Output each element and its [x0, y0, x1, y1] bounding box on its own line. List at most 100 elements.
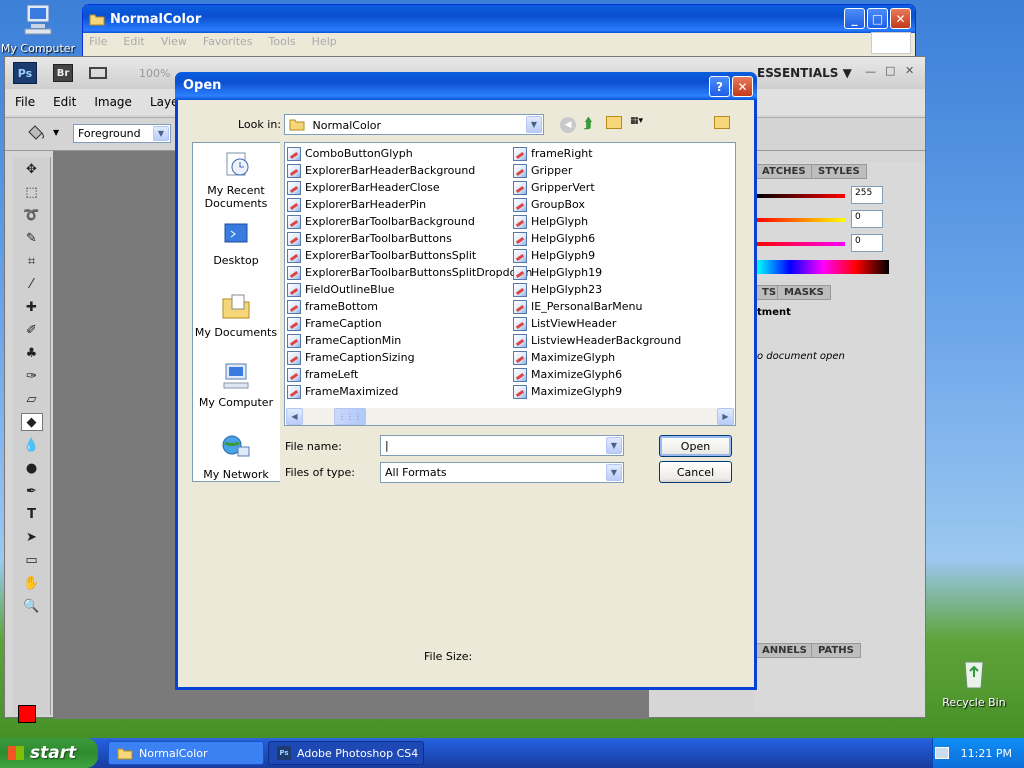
menu-help[interactable]: Help	[312, 35, 337, 48]
paint-bucket-tool-icon[interactable]: ◆	[20, 413, 43, 431]
close-button[interactable]: ✕	[890, 8, 911, 29]
menu-edit[interactable]: Edit	[123, 35, 144, 48]
lasso-tool-icon[interactable]: ➰	[21, 206, 43, 224]
menu-favorites[interactable]: Favorites	[203, 35, 253, 48]
green-value[interactable]: 0	[851, 210, 883, 228]
ps-logo[interactable]: Ps	[13, 62, 37, 84]
chevron-down-icon[interactable]: ▼	[606, 437, 622, 454]
dialog-close-button[interactable]: ✕	[732, 76, 753, 97]
menu-tools[interactable]: Tools	[269, 35, 296, 48]
zoom-level[interactable]: 100%	[139, 67, 170, 80]
file-type-select[interactable]: All Formats ▼	[380, 462, 624, 483]
file-item[interactable]: MaximizeGlyph	[513, 349, 681, 366]
fill-source-select[interactable]: Foreground ▼	[73, 124, 171, 143]
ps-minimize-button[interactable]: —	[865, 65, 876, 78]
file-item[interactable]: Gripper	[513, 162, 681, 179]
chevron-down-icon[interactable]: ▼	[526, 116, 542, 133]
workspace-switcher[interactable]: ESSENTIALS ▼	[757, 66, 852, 80]
paint-bucket-icon[interactable]	[25, 124, 47, 144]
back-icon[interactable]: ◀	[560, 117, 576, 133]
up-folder-icon[interactable]: ⮭	[584, 116, 592, 132]
path-select-tool-icon[interactable]: ➤	[21, 528, 43, 546]
file-item[interactable]: ExplorerBarHeaderBackground	[287, 162, 532, 179]
place-my-documents[interactable]: My Documents	[193, 291, 279, 339]
foreground-color-swatch[interactable]	[18, 705, 36, 723]
file-item[interactable]: ExplorerBarToolbarButtons	[287, 230, 532, 247]
scroll-right-button[interactable]: ▶	[717, 408, 734, 425]
file-item[interactable]: ExplorerBarHeaderPin	[287, 196, 532, 213]
file-item[interactable]: ListViewHeader	[513, 315, 681, 332]
task-normalcolor[interactable]: NormalColor	[108, 741, 264, 765]
eyedropper-tool-icon[interactable]: ⁄	[21, 275, 43, 293]
blue-slider[interactable]	[757, 242, 845, 246]
tab-swatches[interactable]: ATCHES	[755, 164, 813, 179]
file-item[interactable]: ComboButtonGlyph	[287, 145, 532, 162]
hand-tool-icon[interactable]: ✋	[21, 574, 43, 592]
help-button[interactable]: ?	[709, 76, 730, 97]
file-item[interactable]: ExplorerBarHeaderClose	[287, 179, 532, 196]
desktop-icon-my-computer[interactable]: My Computer	[0, 2, 76, 55]
bridge-button[interactable]: Br	[53, 64, 73, 82]
file-item[interactable]: HelpGlyph	[513, 213, 681, 230]
file-item[interactable]: ExplorerBarToolbarBackground	[287, 213, 532, 230]
scroll-left-button[interactable]: ◀	[286, 408, 303, 425]
horizontal-scrollbar[interactable]: ◀ ⋮⋮⋮ ▶	[286, 408, 734, 425]
move-tool-icon[interactable]: ✥	[21, 160, 43, 178]
red-value[interactable]: 255	[851, 186, 883, 204]
menu-file[interactable]: File	[89, 35, 107, 48]
shape-tool-icon[interactable]: ▭	[21, 551, 43, 569]
ps-close-button[interactable]: ✕	[905, 64, 914, 77]
task-photoshop[interactable]: Ps Adobe Photoshop CS4	[268, 741, 424, 765]
file-item[interactable]: FrameMaximized	[287, 383, 532, 400]
file-item[interactable]: MaximizeGlyph9	[513, 383, 681, 400]
file-item[interactable]: FieldOutlineBlue	[287, 281, 532, 298]
look-in-select[interactable]: NormalColor ▼	[284, 114, 544, 135]
place-my-computer[interactable]: My Computer	[193, 361, 279, 409]
file-item[interactable]: ListviewHeaderBackground	[513, 332, 681, 349]
file-item[interactable]: frameRight	[513, 145, 681, 162]
ps-menu-edit[interactable]: Edit	[43, 95, 84, 109]
file-item[interactable]: frameBottom	[287, 298, 532, 315]
marquee-tool-icon[interactable]: ⬚	[21, 183, 43, 201]
file-name-input[interactable]: | ▼	[380, 435, 624, 456]
file-item[interactable]: FrameCaptionMin	[287, 332, 532, 349]
clone-stamp-tool-icon[interactable]: ♣	[21, 344, 43, 362]
view-extras-icon[interactable]	[89, 67, 107, 79]
network-tray-icon[interactable]	[934, 747, 949, 759]
file-item[interactable]: HelpGlyph9	[513, 247, 681, 264]
tab-styles[interactable]: STYLES	[811, 164, 867, 179]
history-brush-tool-icon[interactable]: ✑	[21, 367, 43, 385]
red-slider[interactable]	[757, 194, 845, 198]
place-my-recent-documents[interactable]: My Recent Documents	[193, 149, 279, 210]
explorer-title-bar[interactable]: NormalColor	[83, 5, 915, 33]
quick-select-tool-icon[interactable]: ✎	[21, 229, 43, 247]
file-list[interactable]: ComboButtonGlyph ExplorerBarHeaderBackgro…	[284, 142, 736, 426]
file-item[interactable]: ExplorerBarToolbarButtonsSplit	[287, 247, 532, 264]
file-item[interactable]: HelpGlyph19	[513, 264, 681, 281]
file-item[interactable]: MaximizeGlyph6	[513, 366, 681, 383]
green-slider[interactable]	[757, 218, 845, 222]
dodge-tool-icon[interactable]: ●	[21, 459, 43, 477]
dialog-title-bar[interactable]: Open	[175, 72, 757, 100]
chevron-down-icon[interactable]: ▼	[153, 126, 169, 141]
ps-menu-file[interactable]: File	[5, 95, 43, 109]
file-item[interactable]: IE_PersonalBarMenu	[513, 298, 681, 315]
clock[interactable]: 11:21 PM	[961, 747, 1012, 760]
blur-tool-icon[interactable]: 💧	[21, 436, 43, 454]
view-menu-icon[interactable]: ▦▾	[630, 116, 652, 130]
blue-value[interactable]: 0	[851, 234, 883, 252]
ps-menu-image[interactable]: Image	[84, 95, 140, 109]
file-item[interactable]: ExplorerBarToolbarButtonsSplitDropdown	[287, 264, 532, 281]
file-item[interactable]: FrameCaptionSizing	[287, 349, 532, 366]
brush-tool-icon[interactable]: ✐	[21, 321, 43, 339]
zoom-tool-icon[interactable]: 🔍	[21, 597, 43, 615]
tab-paths[interactable]: PATHS	[811, 643, 861, 658]
pen-tool-icon[interactable]: ✒	[21, 482, 43, 500]
color-spectrum[interactable]	[757, 260, 889, 274]
file-item[interactable]: GroupBox	[513, 196, 681, 213]
file-item[interactable]: HelpGlyph6	[513, 230, 681, 247]
minimize-button[interactable]: _	[844, 8, 865, 29]
ps-maximize-button[interactable]: □	[885, 64, 895, 77]
place-my-network[interactable]: My Network	[193, 433, 279, 481]
file-item[interactable]: HelpGlyph23	[513, 281, 681, 298]
